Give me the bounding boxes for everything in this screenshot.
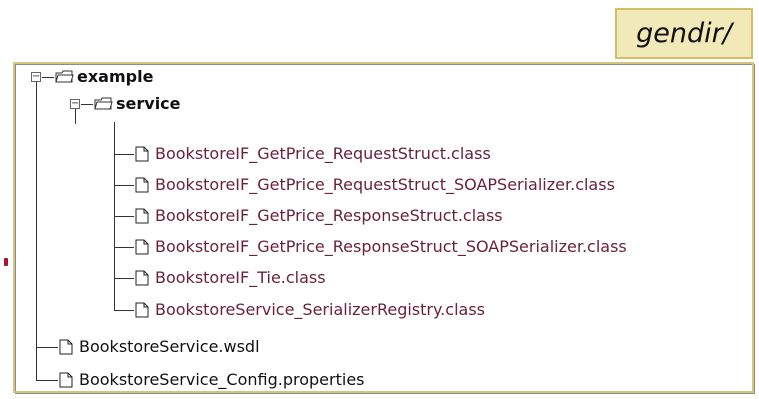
tree-line bbox=[114, 247, 134, 248]
document-icon bbox=[135, 270, 149, 286]
document-icon bbox=[135, 239, 149, 255]
file-wsdl[interactable]: BookstoreService.wsdl bbox=[79, 338, 260, 356]
tree-line bbox=[114, 185, 134, 186]
document-icon bbox=[135, 302, 149, 318]
document-icon bbox=[135, 208, 149, 224]
minus-box-icon[interactable]: − bbox=[31, 72, 41, 82]
class-file-5[interactable]: BookstoreService_SerializerRegistry.clas… bbox=[155, 301, 485, 319]
folder-open-icon bbox=[55, 70, 74, 83]
document-icon bbox=[59, 372, 73, 388]
left-marker bbox=[4, 258, 8, 266]
directory-label: gendir/ bbox=[636, 18, 732, 49]
folder-label-service[interactable]: service bbox=[116, 95, 181, 113]
tree-line bbox=[114, 278, 134, 279]
class-file-4[interactable]: BookstoreIF_Tie.class bbox=[155, 269, 326, 287]
file-tree-panel[interactable]: − example − service BookstoreIF_GetPrice… bbox=[13, 62, 755, 394]
class-file-0[interactable]: BookstoreIF_GetPrice_RequestStruct.class bbox=[155, 145, 491, 163]
class-file-2[interactable]: BookstoreIF_GetPrice_ResponseStruct.clas… bbox=[155, 207, 503, 225]
document-icon bbox=[135, 146, 149, 162]
tree-line bbox=[114, 310, 134, 311]
tree-line bbox=[36, 77, 37, 381]
tree-line bbox=[36, 347, 58, 348]
folder-label-example[interactable]: example bbox=[77, 68, 153, 86]
folder-open-icon bbox=[94, 97, 113, 110]
tree-line bbox=[114, 216, 134, 217]
tree-line bbox=[36, 380, 58, 381]
file-properties[interactable]: BookstoreService_Config.properties bbox=[79, 371, 365, 389]
class-file-3[interactable]: BookstoreIF_GetPrice_ResponseStruct_SOAP… bbox=[155, 238, 627, 256]
tree-line bbox=[42, 77, 54, 78]
tree-line bbox=[114, 154, 134, 155]
document-icon bbox=[59, 339, 73, 355]
class-file-1[interactable]: BookstoreIF_GetPrice_RequestStruct_SOAPS… bbox=[155, 176, 615, 194]
document-icon bbox=[135, 177, 149, 193]
tree-line bbox=[81, 104, 93, 105]
minus-box-icon[interactable]: − bbox=[70, 99, 80, 109]
directory-label-box: gendir/ bbox=[615, 8, 753, 59]
